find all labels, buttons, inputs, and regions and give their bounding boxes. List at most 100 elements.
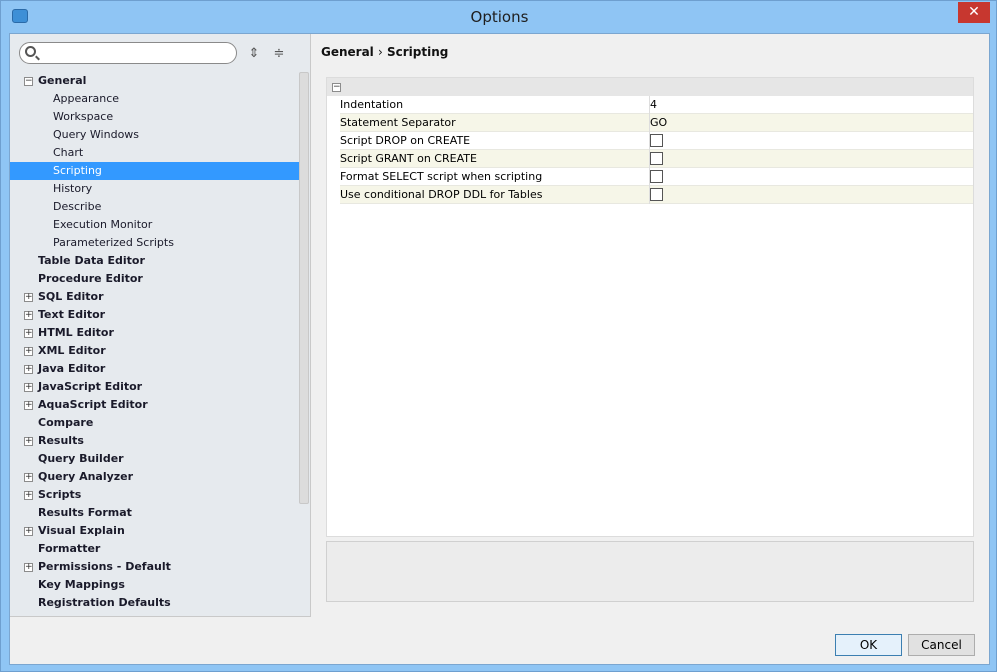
property-row: Format SELECT script when scripting [340,168,973,186]
tree-item[interactable]: Query Builder [10,450,299,468]
property-value-cell[interactable] [649,186,973,204]
tree-item[interactable]: Results Format [10,504,299,522]
tree-item[interactable]: Appearance [10,90,299,108]
tree-item-label: Formatter [38,542,101,555]
property-label: Script GRANT on CREATE [340,152,477,165]
tree-item[interactable]: + AquaScript Editor [10,396,299,414]
property-checkbox[interactable] [650,188,663,201]
tree-item[interactable]: Formatter [10,540,299,558]
tree-item[interactable]: + Scripts [10,486,299,504]
collapse-icon[interactable]: − [24,77,33,86]
tree-scrollbar[interactable] [299,72,309,504]
tree-item[interactable]: − General [10,72,299,90]
tree-item[interactable]: Compare [10,414,299,432]
tree-item-label: Java Editor [38,362,106,375]
tree-item-label: Workspace [53,110,114,123]
tree-item[interactable]: + XML Editor [10,342,299,360]
expand-icon[interactable]: + [24,491,33,500]
expand-all-icon[interactable]: ⇕ [247,46,261,62]
property-label: Format SELECT script when scripting [340,170,543,183]
cancel-button[interactable]: Cancel [908,634,975,656]
tree-item[interactable]: + Java Editor [10,360,299,378]
tree-item-label: Describe [53,200,102,213]
tree-item[interactable]: Query Windows [10,126,299,144]
tree-item[interactable]: Workspace [10,108,299,126]
search-input[interactable] [19,42,237,64]
property-value-cell[interactable] [649,150,973,168]
tree-item[interactable]: Scripting [10,162,299,180]
expand-icon[interactable]: + [24,347,33,356]
tree-item-label: Query Analyzer [38,470,134,483]
tree-item-label: Text Editor [38,308,106,321]
expand-icon[interactable]: + [24,473,33,482]
tree-item-label: Procedure Editor [38,272,143,285]
dialog-body: ⇕ ≑ − General Appearance Workspace Query Win… [9,33,990,665]
expand-icon[interactable]: + [24,383,33,392]
property-value[interactable]: 4 [649,96,973,114]
tree-item-label: Scripts [38,488,82,501]
property-label: Statement Separator [340,116,456,129]
tree-item[interactable]: + Visual Explain [10,522,299,540]
tree-item-label: AquaScript Editor [38,398,148,411]
tree-item[interactable]: Table Data Editor [10,252,299,270]
collapse-all-icon[interactable]: ≑ [272,46,286,62]
tree-item[interactable]: + Results [10,432,299,450]
expand-icon[interactable]: + [24,437,33,446]
expand-icon[interactable]: + [24,365,33,374]
property-row: Script GRANT on CREATE [340,150,973,168]
tree-item-label: Registration Defaults [38,596,171,609]
property-value-cell[interactable] [649,168,973,186]
window-title: Options [470,8,529,26]
tree-item[interactable]: Chart [10,144,299,162]
tree-item[interactable]: + Permissions - Default [10,558,299,576]
tree-item-label: Results Format [38,506,132,519]
expand-icon[interactable]: + [24,293,33,302]
property-grid: − Indentation 4 Statement Separator GO Scrip… [326,77,974,537]
property-row: Script DROP on CREATE [340,132,973,150]
options-window: Options ✕ ⇕ ≑ − General Appearance Workspac… [0,0,997,672]
property-checkbox[interactable] [650,152,663,165]
property-label: Indentation [340,98,404,111]
property-group-header: − [327,78,973,96]
tree-item-label: SQL Editor [38,290,104,303]
breadcrumb-separator: › [378,45,383,59]
expand-icon[interactable]: + [24,563,33,572]
tree-item-label: Table Data Editor [38,254,145,267]
tree-item-label: Query Builder [38,452,124,465]
collapse-icon[interactable]: − [332,83,341,92]
tree-item[interactable]: Parameterized Scripts [10,234,299,252]
breadcrumb-parent: General [321,45,374,59]
tree-item[interactable]: Describe [10,198,299,216]
ok-button[interactable]: OK [835,634,902,656]
tree-item-label: Chart [53,146,84,159]
expand-icon[interactable]: + [24,527,33,536]
tree-item[interactable]: + JavaScript Editor [10,378,299,396]
property-value-cell[interactable] [649,132,973,150]
property-checkbox[interactable] [650,134,663,147]
tree-item[interactable]: + Text Editor [10,306,299,324]
tree-item[interactable]: Key Mappings [10,576,299,594]
tree-item[interactable]: History [10,180,299,198]
tree-item-label: Key Mappings [38,578,125,591]
tree-item-label: Execution Monitor [53,218,153,231]
expand-icon[interactable]: + [24,311,33,320]
tree-item-label: Appearance [53,92,120,105]
tree-item-label: Parameterized Scripts [53,236,174,249]
tree-item[interactable]: + Query Analyzer [10,468,299,486]
property-value[interactable]: GO [649,114,973,132]
tree-item[interactable]: Execution Monitor [10,216,299,234]
expand-icon[interactable]: + [24,329,33,338]
breadcrumb-current: Scripting [387,45,449,59]
description-panel [326,541,974,602]
expand-icon[interactable]: + [24,401,33,410]
tree-item[interactable]: + SQL Editor [10,288,299,306]
tree-item-label: XML Editor [38,344,106,357]
property-checkbox[interactable] [650,170,663,183]
close-button[interactable]: ✕ [958,2,990,23]
tree-item[interactable]: Registration Defaults [10,594,299,612]
tree-item[interactable]: + HTML Editor [10,324,299,342]
tree-item-label: Results [38,434,84,447]
options-tree-panel: ⇕ ≑ − General Appearance Workspace Query Win… [10,34,311,617]
tree-item[interactable]: Procedure Editor [10,270,299,288]
tree-item-label: Permissions - Default [38,560,171,573]
